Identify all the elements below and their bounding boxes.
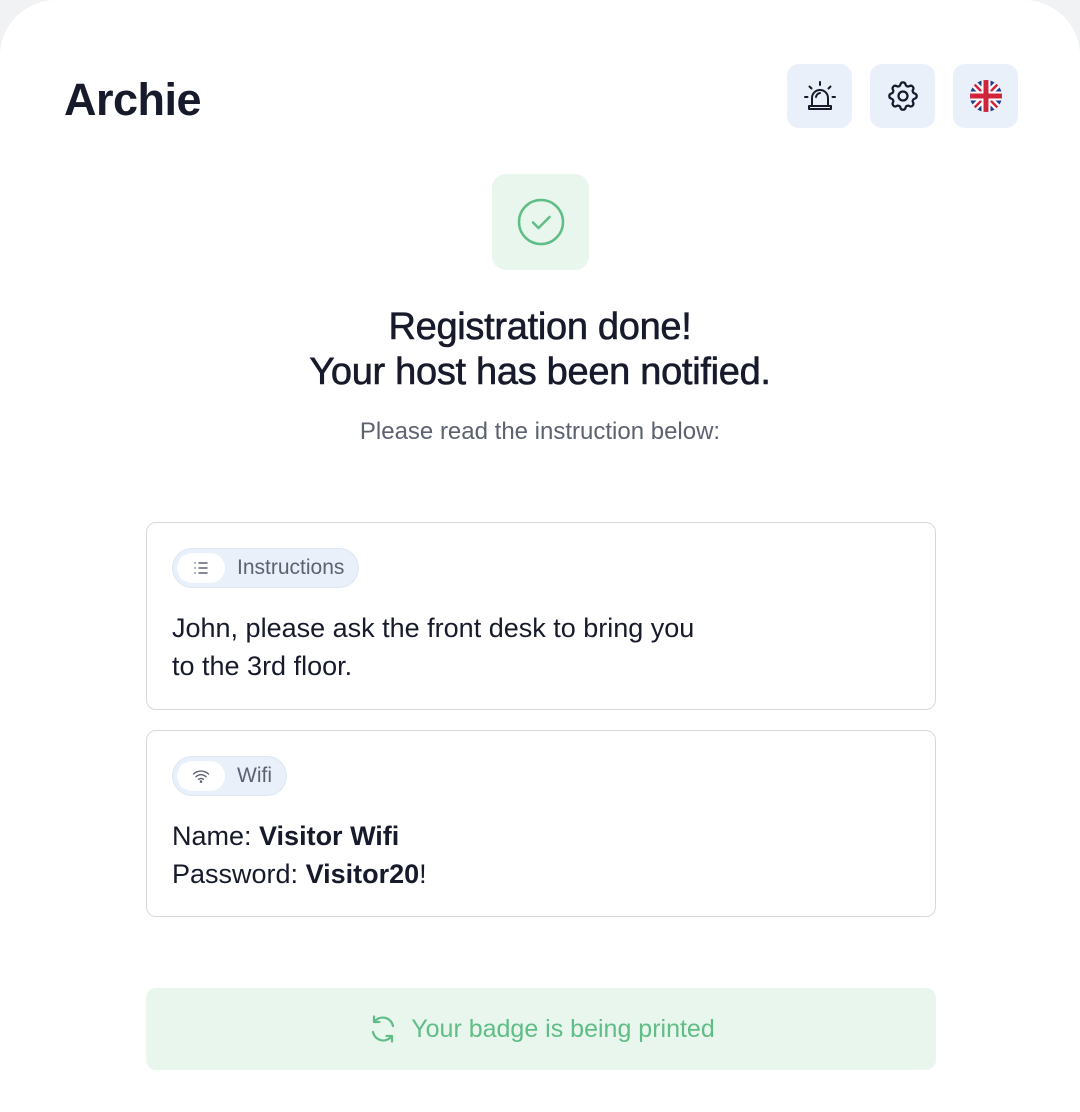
wifi-password-label: Password: bbox=[172, 859, 306, 889]
list-icon bbox=[194, 562, 208, 574]
status-text: Your badge is being printed bbox=[411, 1014, 715, 1043]
instructions-card: Instructions John, please ask the front … bbox=[146, 522, 936, 710]
instructions-chip-label: Instructions bbox=[237, 556, 345, 579]
wifi-card: Wifi Name: Visitor Wifi Password: Visito… bbox=[146, 730, 936, 917]
wifi-password-suffix: ! bbox=[419, 859, 427, 889]
uk-flag-icon bbox=[969, 80, 1002, 112]
settings-button[interactable] bbox=[870, 64, 935, 128]
chip-icon-wrap bbox=[177, 761, 225, 791]
wifi-icon bbox=[192, 770, 210, 783]
instructions-line2: to the 3rd floor. bbox=[172, 651, 353, 681]
language-button[interactable] bbox=[953, 64, 1018, 128]
badge-print-status: Your badge is being printed bbox=[146, 988, 936, 1070]
wifi-password-row: Password: Visitor20! bbox=[172, 855, 872, 893]
alarm-icon bbox=[803, 81, 836, 110]
wifi-name-row: Name: Visitor Wifi bbox=[172, 817, 872, 855]
kiosk-screen: Archie Registration done! Your host has … bbox=[0, 0, 1080, 1112]
brand-title: Archie bbox=[64, 74, 202, 125]
wifi-chip: Wifi bbox=[172, 756, 287, 796]
gear-icon bbox=[887, 81, 918, 111]
wifi-password-value: Visitor20 bbox=[305, 859, 420, 889]
chip-icon-wrap bbox=[177, 553, 225, 583]
refresh-icon bbox=[372, 1015, 395, 1043]
alarm-button[interactable] bbox=[787, 64, 852, 128]
instructions-text: John, please ask the front desk to bring… bbox=[172, 609, 872, 685]
confirmation-subtitle: Please read the instruction below: bbox=[359, 418, 721, 445]
wifi-chip-label: Wifi bbox=[237, 764, 272, 787]
confirmation-title-line1: Registration done! bbox=[388, 306, 692, 349]
wifi-name-value: Visitor Wifi bbox=[259, 821, 400, 851]
wifi-name-label: Name: bbox=[172, 821, 260, 851]
instructions-chip: Instructions bbox=[172, 548, 360, 588]
wifi-text: Name: Visitor Wifi Password: Visitor20! bbox=[172, 817, 872, 893]
check-circle-icon bbox=[517, 198, 564, 246]
instructions-line1: John, please ask the front desk to bring… bbox=[172, 613, 695, 643]
success-badge bbox=[492, 174, 589, 270]
confirmation-title-line2: Your host has been notified. bbox=[309, 351, 771, 394]
